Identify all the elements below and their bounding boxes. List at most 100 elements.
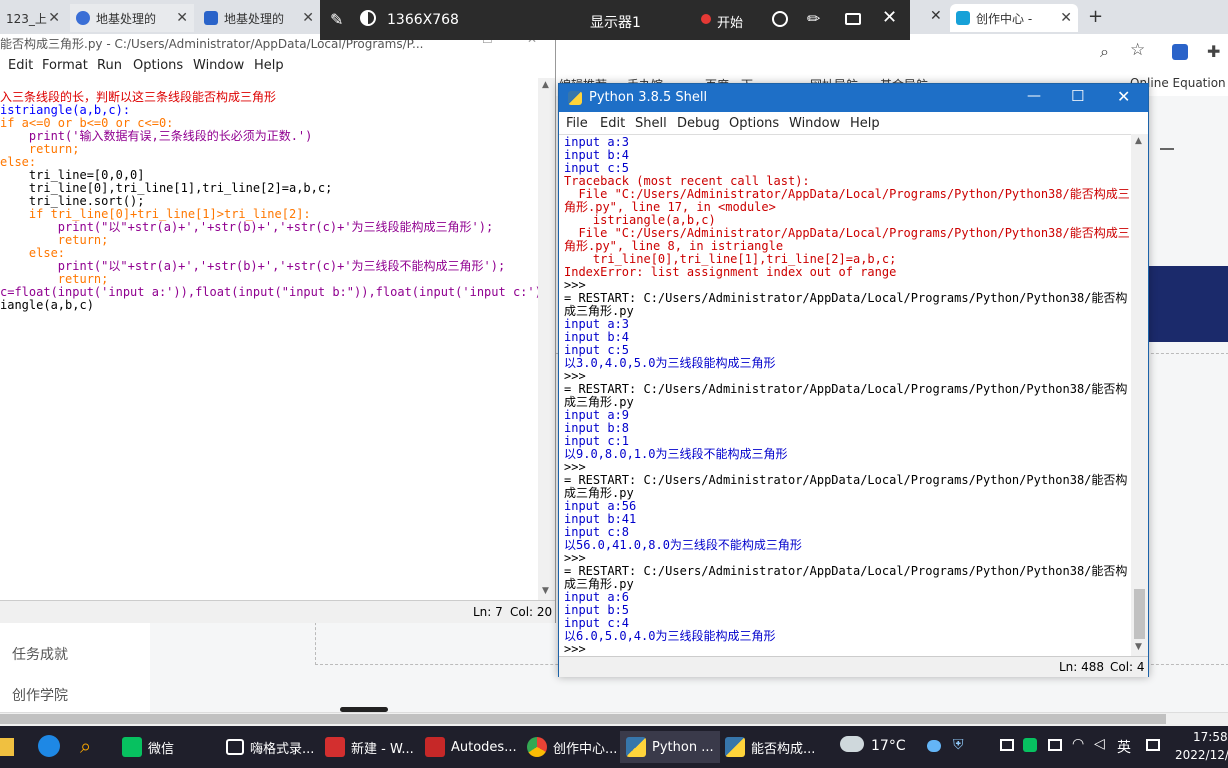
app-icon[interactable] — [38, 735, 60, 757]
pen-icon[interactable]: ✏ — [807, 9, 820, 28]
menu-window[interactable]: Window — [193, 58, 244, 73]
battery-icon[interactable] — [1048, 739, 1062, 751]
menu-window[interactable]: Window — [789, 116, 840, 131]
code-line: return; — [0, 142, 80, 156]
menu-file[interactable]: File — [566, 116, 588, 131]
menu-edit[interactable]: Edit — [600, 116, 625, 131]
shell-output-line: = RESTART: C:/Users/Administrator/AppDat… — [564, 291, 1128, 305]
close-icon[interactable]: ✕ — [48, 10, 60, 26]
taskbar-item-wechat[interactable]: 微信 — [122, 731, 174, 763]
left-nav: 任务成就 创作学院 — [0, 620, 150, 712]
scrollbar-thumb[interactable] — [0, 714, 1166, 724]
clock-time[interactable]: 17:58 — [1193, 730, 1228, 744]
taskbar-item-wps[interactable]: 新建 - W... — [325, 731, 414, 763]
shell-output-line: 成三角形.py — [564, 486, 634, 500]
file-explorer-icon[interactable] — [0, 738, 14, 756]
browser-tab-active[interactable]: 创作中心 - ✕ — [950, 4, 1078, 32]
python-icon — [626, 737, 646, 757]
shell-output-line: = RESTART: C:/Users/Administrator/AppDat… — [564, 473, 1128, 487]
scroll-down-icon[interactable]: ▼ — [1135, 642, 1142, 652]
ime-mode-icon[interactable] — [1146, 739, 1160, 751]
menu-help[interactable]: Help — [254, 58, 284, 73]
taskbar: ⌕ 微信 嗨格式录... 新建 - W... Autodes... 创作中心..… — [0, 726, 1228, 768]
shell-output-line: input b:4 — [564, 330, 630, 344]
shell-output-line: input b:8 — [564, 421, 630, 435]
shell-output-line: input b:4 — [564, 148, 630, 162]
pin-icon[interactable]: ✎ — [330, 10, 343, 29]
search-icon[interactable]: ⌕ — [80, 734, 91, 758]
star-icon[interactable]: ☆ — [1130, 40, 1145, 60]
browser-tab[interactable]: 地基处理的 ✕ — [198, 4, 320, 32]
recorder-icon — [226, 739, 244, 755]
close-icon[interactable]: ✕ — [176, 10, 188, 26]
tab-label: 123_上 — [6, 11, 47, 26]
browser-tab[interactable]: 地基处理的 ✕ — [70, 4, 194, 32]
taskbar-item-chrome[interactable]: 创作中心... — [527, 731, 617, 763]
shell-output-line: IndexError: list assignment index out of… — [564, 265, 897, 279]
tab-favicon-icon — [204, 11, 218, 25]
scroll-up-icon[interactable]: ▲ — [542, 80, 549, 90]
minimize-icon[interactable]: — — [1027, 88, 1041, 104]
code-editor[interactable]: 入三条线段的长，判断以这三条线段能否构成三角形 istriangle(a,b,c)… — [0, 78, 538, 600]
weather-temp[interactable]: 17°C — [871, 738, 906, 754]
camera-icon[interactable] — [1000, 739, 1014, 751]
input-method[interactable]: 英 — [1117, 737, 1131, 757]
maximize-icon[interactable]: ☐ — [1071, 87, 1084, 105]
contrast-icon[interactable] — [360, 10, 376, 26]
clock-date[interactable]: 2022/12/ — [1175, 748, 1228, 762]
menu-options[interactable]: Options — [729, 116, 779, 131]
menu-debug[interactable]: Debug — [677, 116, 720, 131]
close-icon[interactable]: ✕ — [930, 8, 942, 24]
shell-output[interactable]: input a:3 input b:4 input c:5 Traceback (mo… — [564, 136, 1130, 656]
wechat-tray-icon[interactable] — [1023, 738, 1037, 752]
taskbar-item-idle[interactable]: 能否构成... — [725, 731, 815, 763]
tab-label: 创作中心 - — [976, 11, 1033, 26]
close-icon[interactable]: ✕ — [1060, 10, 1072, 26]
shell-output-line: input b:5 — [564, 603, 630, 617]
close-icon[interactable]: ✕ — [1117, 87, 1130, 106]
menu-edit[interactable]: Edit — [8, 58, 33, 73]
camera-icon[interactable] — [845, 13, 861, 25]
menu-shell[interactable]: Shell — [635, 116, 667, 131]
tab-favicon-icon — [76, 11, 90, 25]
scroll-up-icon[interactable]: ▲ — [1135, 136, 1142, 146]
close-icon[interactable]: ✕ — [882, 7, 897, 28]
editor-menubar: Edit Format Run Options Window Help — [0, 54, 555, 78]
taskbar-item-python[interactable]: Python ... — [620, 731, 720, 763]
zoom-icon[interactable]: ⌕ — [1100, 42, 1109, 62]
line-indicator: Ln: 7 — [473, 605, 503, 619]
menu-options[interactable]: Options — [133, 58, 183, 73]
close-icon[interactable]: ✕ — [302, 10, 314, 26]
cloud-icon[interactable] — [927, 740, 941, 752]
scroll-down-icon[interactable]: ▼ — [542, 586, 549, 596]
column-indicator: Col: 4 — [1110, 660, 1145, 674]
taskbar-item-label: 微信 — [148, 741, 175, 757]
shell-output-line: input a:3 — [564, 136, 630, 149]
new-tab-icon[interactable]: + — [1088, 6, 1103, 27]
menu-help[interactable]: Help — [850, 116, 880, 131]
shell-output-line: input a:6 — [564, 590, 630, 604]
weather-icon[interactable] — [840, 736, 864, 752]
extension-icon[interactable] — [1172, 44, 1188, 60]
menu-run[interactable]: Run — [97, 58, 122, 73]
scrollbar-thumb[interactable] — [1134, 589, 1145, 639]
shield-icon[interactable]: ⛨ — [953, 737, 964, 753]
shell-vertical-scrollbar[interactable]: ▲ ▼ — [1131, 134, 1148, 656]
puzzle-icon[interactable]: ✚ — [1207, 42, 1220, 61]
nav-item-tasks[interactable]: 任务成就 — [12, 644, 68, 664]
download-icon[interactable] — [1160, 134, 1174, 150]
editor-vertical-scrollbar[interactable]: ▲ ▼ — [538, 78, 555, 600]
shell-output-line: 成三角形.py — [564, 304, 634, 318]
monitor-label[interactable]: 显示器1 — [590, 12, 641, 32]
browser-tab[interactable]: 123_上 ✕ — [0, 4, 66, 32]
taskbar-item-recorder[interactable]: 嗨格式录... — [226, 731, 314, 763]
menu-format[interactable]: Format — [42, 58, 88, 73]
idle-editor-window: 能否构成三角形.py - C:/Users/Administrator/AppD… — [0, 32, 556, 623]
mic-icon[interactable] — [772, 11, 788, 27]
tab-favicon-icon — [956, 11, 970, 25]
nav-item-academy[interactable]: 创作学院 — [12, 685, 68, 705]
taskbar-item-autodesk[interactable]: Autodes... — [425, 731, 517, 763]
volume-icon[interactable]: ◁ — [1094, 736, 1105, 752]
wifi-icon[interactable]: ◠ — [1072, 736, 1084, 752]
start-button[interactable]: 开始 — [717, 12, 743, 31]
